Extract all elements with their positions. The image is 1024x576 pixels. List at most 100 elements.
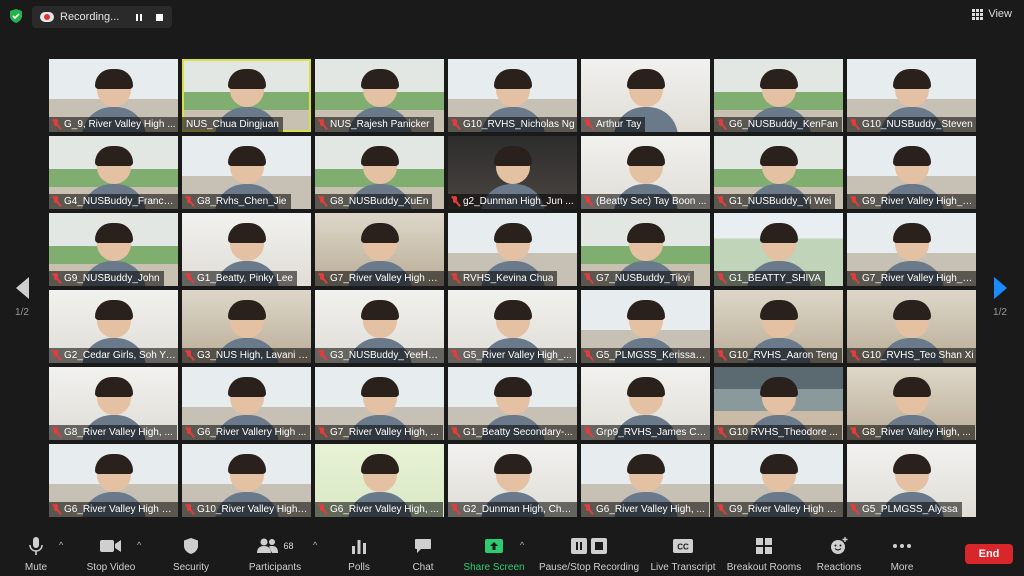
participant-tile[interactable]: G10 RVHS_Theodore ... <box>714 367 843 440</box>
participant-tile[interactable]: G10_RVHS_Aaron Teng <box>714 290 843 363</box>
next-page-button[interactable]: 1/2 <box>990 277 1010 318</box>
participant-tile[interactable]: g2_Dunman High_Jun ... <box>448 136 577 209</box>
participant-tile[interactable]: G6_NUSBuddy_KenFan <box>714 59 843 132</box>
video-options-caret-icon[interactable]: ^ <box>137 540 145 550</box>
participant-tile[interactable]: G10_RVHS_Nicholas Ng <box>448 59 577 132</box>
participant-tile[interactable]: G9_River Valley High S... <box>714 444 843 517</box>
live-transcript-label: Live Transcript <box>650 562 716 573</box>
mic-muted-icon <box>850 196 859 207</box>
stop-icon <box>155 13 163 21</box>
reactions-button[interactable]: Reactions <box>814 536 864 574</box>
mic-muted-icon <box>717 119 726 130</box>
participants-options-caret-icon[interactable]: ^ <box>313 540 321 550</box>
participant-tile[interactable]: G8_NUSBuddy_XuEn <box>315 136 444 209</box>
pause-stop-recording-button[interactable]: Pause/Stop Recording <box>538 536 640 574</box>
participant-name: G2_Cedar Girls, Soh Yi ... <box>64 350 176 361</box>
share-options-caret-icon[interactable]: ^ <box>520 540 528 550</box>
chat-icon <box>415 539 431 553</box>
view-button[interactable]: View <box>972 8 1012 20</box>
participant-tile[interactable]: G1_NUSBuddy_Yi Wei <box>714 136 843 209</box>
participant-tile[interactable]: NUS_Rajesh Panicker <box>315 59 444 132</box>
breakout-rooms-button[interactable]: Breakout Rooms <box>726 536 802 574</box>
participant-video <box>214 69 279 132</box>
participant-tile[interactable]: G10_River Valley High_... <box>182 444 311 517</box>
mic-muted-icon <box>52 196 61 207</box>
participant-tile[interactable]: G7_River Valley High, ... <box>315 367 444 440</box>
participant-tile[interactable]: G3_NUS High, Lavani S... <box>182 290 311 363</box>
participant-tile[interactable]: G1_Beatty Secondary-... <box>448 367 577 440</box>
participant-tile[interactable]: (Beatty Sec) Tay Boon ... <box>581 136 710 209</box>
mute-options-caret-icon[interactable]: ^ <box>59 540 67 550</box>
participant-name: G1_BEATTY_SHIVA <box>729 273 821 284</box>
participant-tile[interactable]: G9_NUSBuddy_John <box>49 213 178 286</box>
participant-name-label: G10_River Valley High_... <box>182 502 311 517</box>
share-screen-button[interactable]: Share Screen <box>462 536 526 574</box>
participant-tile[interactable]: G8_River Valley High, ... <box>49 367 178 440</box>
pause-icon <box>136 13 143 21</box>
chat-button[interactable]: Chat <box>404 536 442 574</box>
mute-button[interactable]: Mute <box>14 536 58 574</box>
participant-tile[interactable]: NUS_Chua Dingjuan <box>182 59 311 132</box>
participant-name-label: G6_River Vallery High ... <box>182 425 311 440</box>
participant-tile[interactable]: G5_PLMGSS_Kerissa Lim <box>581 290 710 363</box>
polls-button[interactable]: Polls <box>340 536 378 574</box>
video-gallery: G_9, River Valley High ... NUS_Chua Dingj… <box>49 59 977 517</box>
share-screen-icon <box>485 539 503 553</box>
participant-name-label: G5_River Valley High_... <box>448 348 576 363</box>
participant-name-label: G7_River Valley High, ... <box>315 425 443 440</box>
participant-tile[interactable]: G1_BEATTY_SHIVA <box>714 213 843 286</box>
participant-name: G6_River Valley High S... <box>64 504 176 515</box>
participant-tile[interactable]: G4_NUSBuddy_France... <box>49 136 178 209</box>
pause-recording-button[interactable] <box>131 9 147 25</box>
participant-video <box>480 300 545 363</box>
participant-name-label: G1_Beatty Secondary-... <box>448 425 577 440</box>
participant-tile[interactable]: Grp9_RVHS_James Chan <box>581 367 710 440</box>
recording-label: Recording... <box>60 11 120 23</box>
mic-muted-icon <box>850 273 859 284</box>
stop-video-button[interactable]: Stop Video <box>82 536 140 574</box>
participant-video <box>746 69 811 132</box>
participant-name: G5_River Valley High_... <box>463 350 572 361</box>
end-meeting-button[interactable]: End <box>965 544 1013 564</box>
participant-tile[interactable]: G9_River Valley High_L... <box>847 136 976 209</box>
participant-name: G1_Beatty, Pinky Lee <box>197 273 293 284</box>
participant-video <box>81 146 146 209</box>
security-button[interactable]: Security <box>168 536 214 574</box>
participant-tile[interactable]: Arthur Tay <box>581 59 710 132</box>
participant-tile[interactable]: G6_River Valley High S... <box>49 444 178 517</box>
participant-tile[interactable]: RVHS_Kevina Chua <box>448 213 577 286</box>
participant-tile[interactable]: G7_River Valley High_L... <box>847 213 976 286</box>
participant-tile[interactable]: G_9, River Valley High ... <box>49 59 178 132</box>
participant-name: RVHS_Kevina Chua <box>463 273 554 284</box>
more-button[interactable]: More <box>882 536 922 574</box>
participant-tile[interactable]: G10_NUSBuddy_Steven <box>847 59 976 132</box>
participant-name: G10_RVHS_Aaron Teng <box>729 350 838 361</box>
participant-name: G8_River Valley High, ... <box>64 427 173 438</box>
participant-tile[interactable]: G6_River Vallery High ... <box>182 367 311 440</box>
participant-video <box>746 300 811 363</box>
security-shield-icon[interactable] <box>8 8 24 24</box>
participant-tile[interactable]: G5_River Valley High_... <box>448 290 577 363</box>
participant-tile[interactable]: G7_River Valley High S... <box>315 213 444 286</box>
previous-page-button[interactable]: 1/2 <box>12 277 32 318</box>
participant-tile[interactable]: G7_NUSBuddy_Tikyi <box>581 213 710 286</box>
participants-button[interactable]: 68 Participants <box>244 536 306 574</box>
participant-tile[interactable]: G3_NUSBuddy_YeeHsien <box>315 290 444 363</box>
participant-tile[interactable]: G6_River Valley High, ... <box>581 444 710 517</box>
pause-stop-recording-label: Pause/Stop Recording <box>538 562 640 573</box>
mic-muted-icon <box>52 504 61 515</box>
participant-tile[interactable]: G5_PLMGSS_Alyssa <box>847 444 976 517</box>
participant-video <box>746 223 811 286</box>
participant-tile[interactable]: G10_RVHS_Teo Shan Xi <box>847 290 976 363</box>
live-transcript-button[interactable]: CC Live Transcript <box>648 536 718 574</box>
participant-tile[interactable]: G2_Dunman High, Chu... <box>448 444 577 517</box>
participant-tile[interactable]: G8_River Valley High, ... <box>847 367 976 440</box>
mic-muted-icon <box>318 350 327 361</box>
participant-name: G6_River Vallery High ... <box>197 427 307 438</box>
participant-tile[interactable]: G2_Cedar Girls, Soh Yi ... <box>49 290 178 363</box>
participant-tile[interactable]: G1_Beatty, Pinky Lee <box>182 213 311 286</box>
stop-recording-button[interactable] <box>151 9 167 25</box>
participant-tile[interactable]: G8_Rvhs_Chen_Jie <box>182 136 311 209</box>
participant-tile[interactable]: G6_River Valley High, ... <box>315 444 444 517</box>
participant-name: G2_Dunman High, Chu... <box>463 504 575 515</box>
